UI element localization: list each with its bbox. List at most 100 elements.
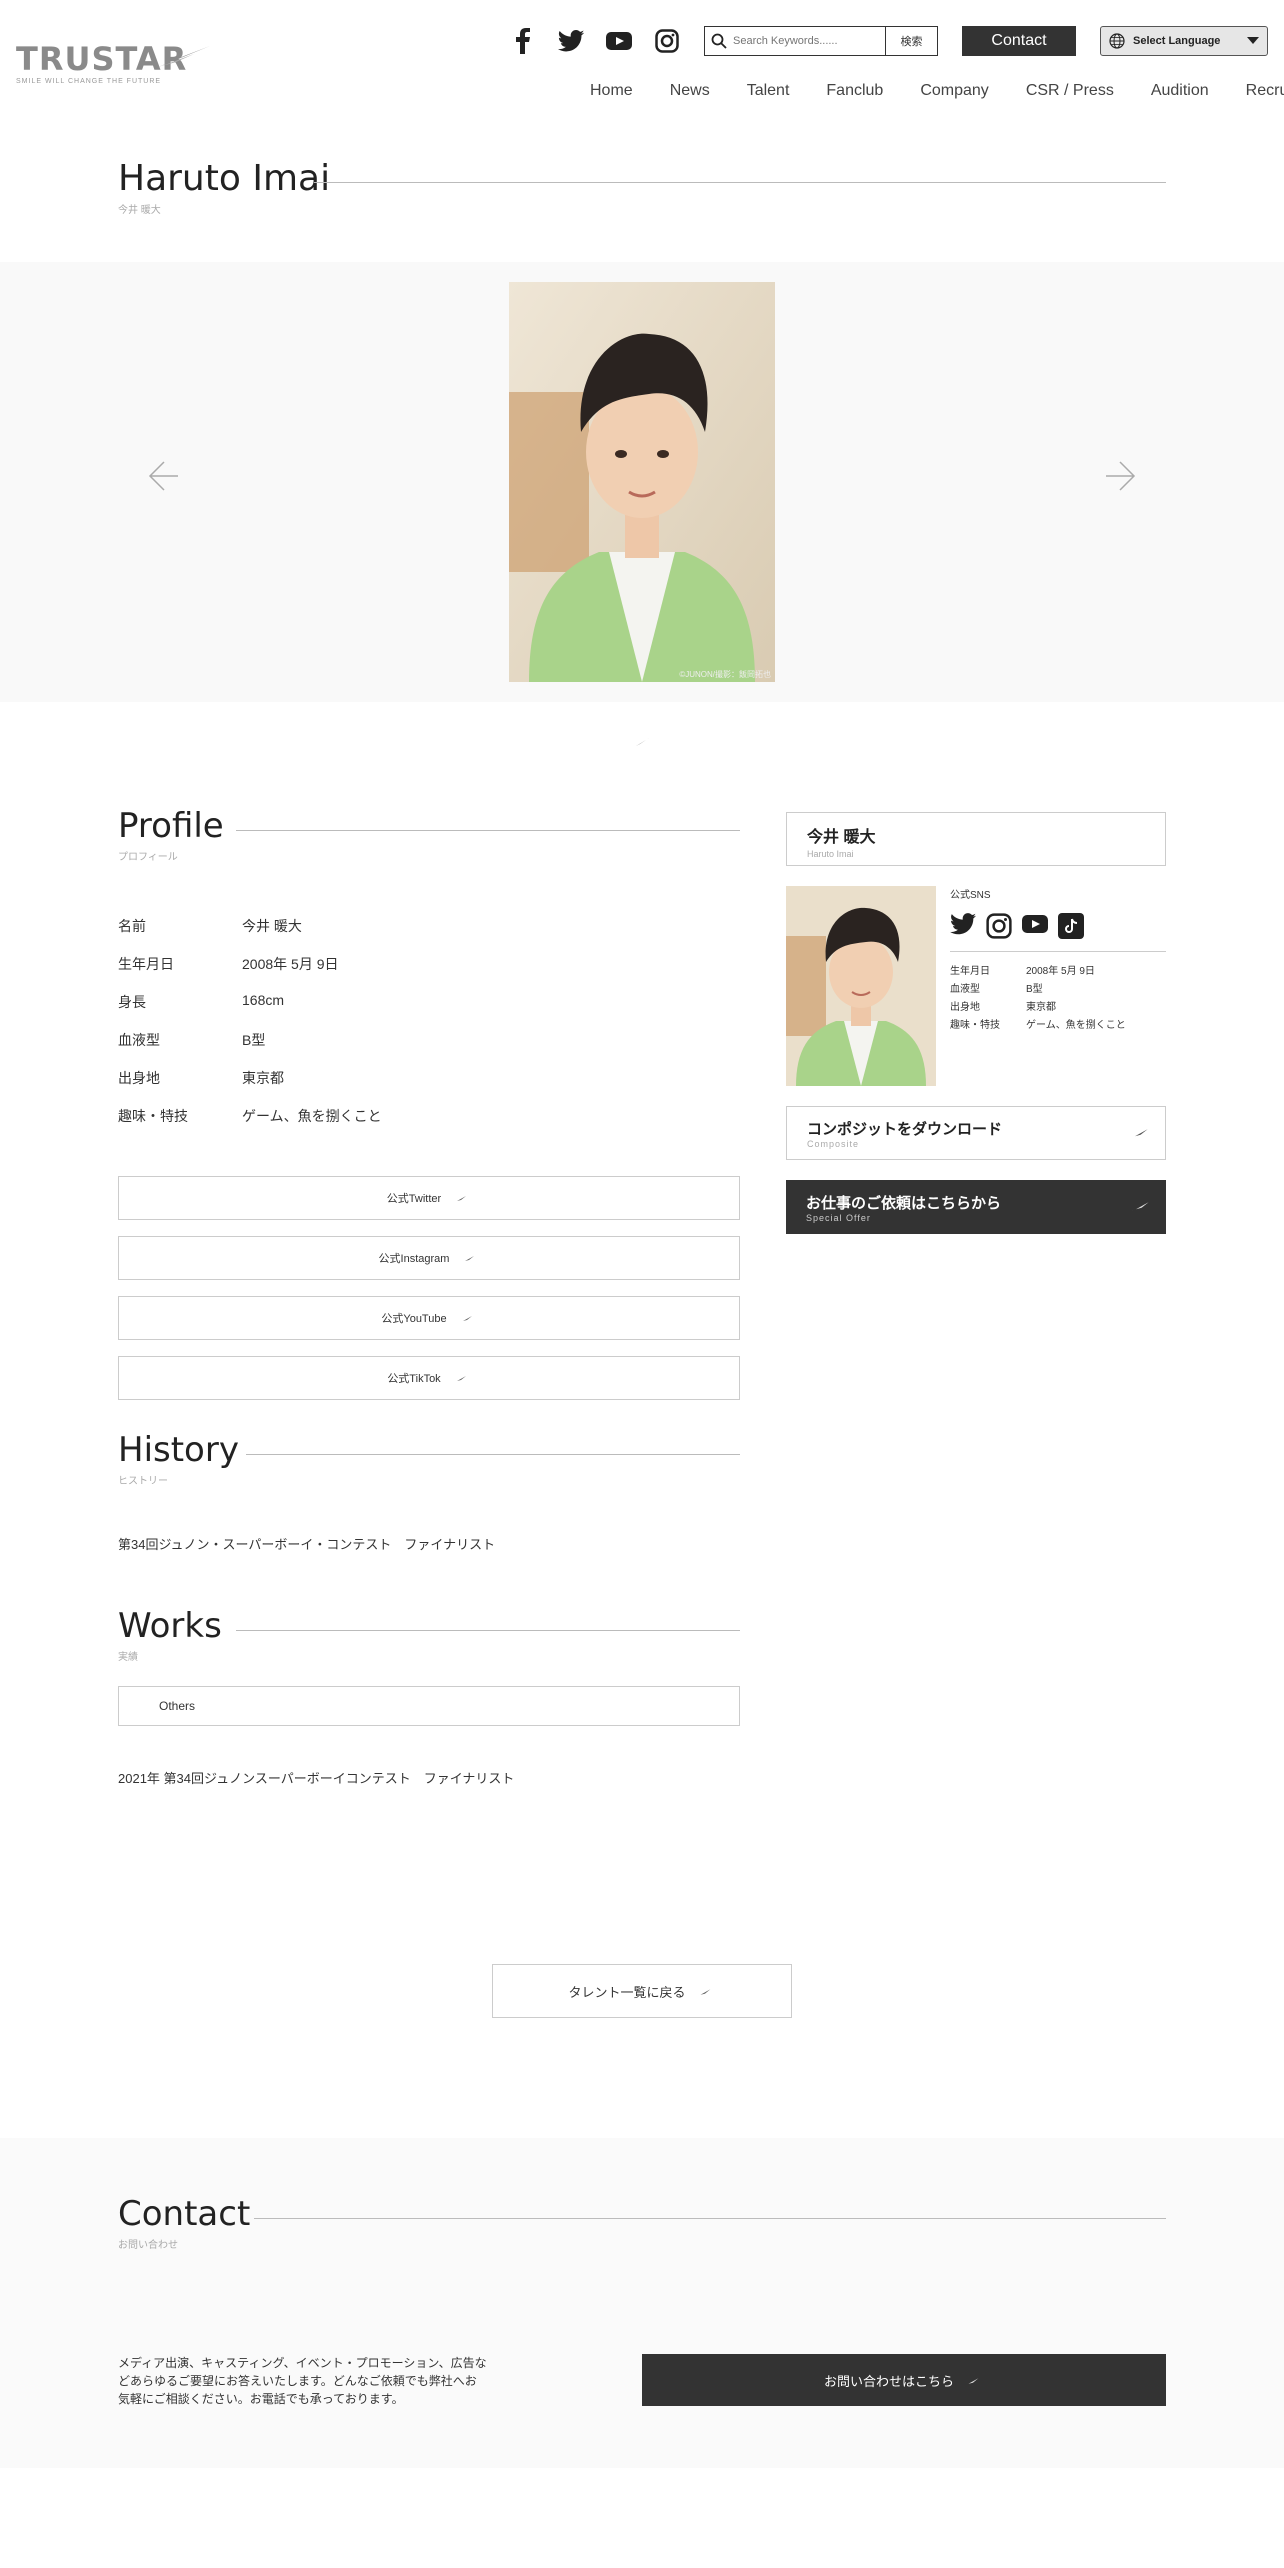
profile-row: 身長 168cm (118, 992, 738, 1030)
nav-home[interactable]: Home (590, 82, 633, 100)
profile-subtitle: プロフィール (118, 852, 178, 863)
wing-arrow-icon (696, 1986, 715, 1996)
sidebar-key: 血液型 (950, 984, 980, 995)
profile-row: 血液型 B型 (118, 1030, 738, 1068)
tiktok-link-button[interactable]: 公式TikTok (118, 1356, 740, 1400)
nav-audition[interactable]: Audition (1151, 82, 1209, 100)
caret-down-icon (1247, 37, 1259, 44)
contact-section (0, 2138, 1284, 2468)
twitter-link-label: 公式Twitter (386, 1193, 442, 1205)
special-offer-button[interactable]: お仕事のご依頼はこちらから Special Offer (786, 1180, 1166, 1234)
profile-row: 生年月日 2008年 5月 9日 (118, 954, 738, 992)
instagram-icon[interactable] (986, 913, 1012, 939)
profile-value: 今井 暖大 (242, 918, 302, 934)
history-divider (246, 1454, 740, 1455)
next-arrow-icon[interactable] (1104, 458, 1140, 494)
logo-tagline: SMILE WILL CHANGE THE FUTURE (16, 78, 162, 85)
nav-csr-press[interactable]: CSR / Press (1026, 82, 1114, 100)
sidebar-sns-label: 公式SNS (950, 890, 991, 901)
profile-value: 2008年 5月 9日 (242, 956, 339, 972)
sidebar-value: ゲーム、魚を捌くこと (1026, 1020, 1126, 1031)
nav-fanclub[interactable]: Fanclub (826, 82, 883, 100)
back-to-talent-list-button[interactable]: タレント一覧に戻る (492, 1964, 792, 2018)
page-title-block: Haruto Imai 今井 暖大 (118, 158, 1166, 216)
header-contact-button[interactable]: Contact (962, 26, 1076, 56)
search-button[interactable]: 検索 (885, 27, 937, 55)
instagram-icon[interactable] (650, 26, 684, 56)
instagram-link-label: 公式Instagram (378, 1253, 450, 1265)
talent-photo: ©JUNON/撮影：飯岡拓也 (509, 282, 775, 682)
contact-divider (254, 2218, 1166, 2219)
sidebar-value: 2008年 5月 9日 (1026, 966, 1095, 977)
sidebar-info: 公式SNS 生年月日 2008年 5月 9日 血液型 B型 出身地 東京都 趣味・特技… (950, 886, 1166, 1034)
sidebar-name-card: 今井 暖大 Haruto Imai (786, 812, 1166, 866)
profile-row: 趣味・特技 ゲーム、魚を捌くこと (118, 1106, 738, 1144)
wing-arrow-icon (462, 1254, 479, 1262)
profile-table: 名前 今井 暖大 生年月日 2008年 5月 9日 身長 168cm 血液型 B型 出身… (118, 916, 738, 1144)
profile-key: 趣味・特技 (118, 1108, 188, 1124)
history-section-header: History ヒストリー (118, 1430, 740, 1487)
search-input[interactable] (733, 27, 885, 55)
wing-arrow-icon (1131, 1199, 1155, 1211)
page-subtitle: 今井 暖大 (118, 205, 161, 216)
composite-title: コンポジットをダウンロード (807, 1120, 1003, 1138)
profile-key: 名前 (118, 918, 146, 934)
sidebar-key: 趣味・特技 (950, 1020, 1000, 1031)
contact-description: メディア出演、キャスティング、イベント・プロモーション、広告などあらゆるご要望に… (118, 2356, 487, 2406)
profile-section-header: Profile プロフィール (118, 806, 740, 863)
twitter-link-button[interactable]: 公式Twitter (118, 1176, 740, 1220)
wing-arrow-icon (459, 1314, 476, 1322)
sidebar-name-en: Haruto Imai (807, 849, 854, 859)
nav-company[interactable]: Company (920, 82, 988, 100)
twitter-icon[interactable] (950, 913, 976, 935)
profile-divider (236, 830, 740, 831)
prev-arrow-icon[interactable] (144, 458, 180, 494)
youtube-icon[interactable] (1022, 913, 1048, 935)
sidebar-sns-icons (950, 913, 1166, 952)
inquiry-button-label: お問い合わせはこちら (823, 2373, 954, 2389)
youtube-link-label: 公式YouTube (381, 1313, 447, 1325)
sidebar-photo (786, 886, 936, 1086)
works-divider (236, 1630, 740, 1631)
wing-arrow-icon (453, 1374, 470, 1382)
profile-key: 出身地 (118, 1070, 160, 1086)
profile-value: 168cm (242, 992, 285, 1008)
history-title: History (118, 1430, 239, 1470)
profile-value: 東京都 (242, 1070, 284, 1086)
profile-value: ゲーム、魚を捌くこと (242, 1108, 382, 1124)
sidebar-row: 出身地 東京都 (950, 998, 1166, 1016)
nav-talent[interactable]: Talent (747, 82, 790, 100)
works-entry: 2021年 第34回ジュノンスーパーボーイコンテスト ファイナリスト (118, 1771, 515, 1786)
youtube-link-button[interactable]: 公式YouTube (118, 1296, 740, 1340)
language-select[interactable]: Select Language (1100, 26, 1268, 56)
history-subtitle: ヒストリー (118, 1476, 168, 1487)
instagram-link-button[interactable]: 公式Instagram (118, 1236, 740, 1280)
title-divider (314, 182, 1166, 183)
offer-title: お仕事のご依頼はこちらから (806, 1194, 1002, 1212)
composite-download-button[interactable]: コンポジットをダウンロード Composite (786, 1106, 1166, 1160)
twitter-icon[interactable] (554, 26, 588, 56)
facebook-icon[interactable] (506, 26, 540, 56)
nav-recruit[interactable]: Recruit (1246, 82, 1284, 100)
photo-credit: ©JUNON/撮影：飯岡拓也 (679, 670, 771, 679)
nav-news[interactable]: News (670, 82, 710, 100)
contact-section-header: Contact お問い合わせ (118, 2194, 1166, 2251)
works-tab-others[interactable]: Others (118, 1686, 740, 1726)
search-box: 検索 (704, 26, 938, 56)
offer-subtitle: Special Offer (806, 1212, 871, 1223)
header-social-links (506, 26, 684, 56)
profile-key: 血液型 (118, 1032, 160, 1048)
sidebar-row: 血液型 B型 (950, 980, 1166, 998)
wing-divider-icon (633, 737, 651, 747)
contact-title: Contact (118, 2194, 251, 2234)
back-button-label: タレント一覧に戻る (568, 1984, 686, 2000)
profile-title: Profile (118, 806, 224, 846)
logo[interactable]: TRUSTAR SMILE WILL CHANGE THE FUTURE (16, 40, 210, 85)
tiktok-icon[interactable] (1058, 913, 1084, 939)
composite-subtitle: Composite (807, 1138, 860, 1149)
inquiry-button[interactable]: お問い合わせはこちら (642, 2354, 1166, 2406)
sidebar-name: 今井 暖大 (807, 829, 876, 846)
sidebar-table: 生年月日 2008年 5月 9日 血液型 B型 出身地 東京都 趣味・特技 ゲーム、魚を… (950, 962, 1166, 1034)
wing-arrow-icon (454, 1194, 471, 1202)
youtube-icon[interactable] (602, 26, 636, 56)
